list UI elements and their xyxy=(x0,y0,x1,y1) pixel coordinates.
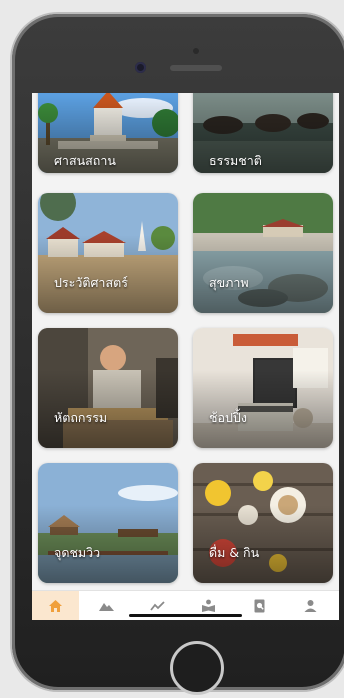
tile-gradient xyxy=(193,328,333,448)
earpiece-speaker xyxy=(170,65,222,71)
category-label: ธรรมชาติ xyxy=(209,153,262,168)
category-label: ศาสนสถาน xyxy=(54,153,116,168)
trend-line-icon xyxy=(150,601,165,611)
tab-search[interactable] xyxy=(236,591,283,620)
tile-gradient xyxy=(38,328,178,448)
user-icon xyxy=(304,600,317,612)
home-button[interactable] xyxy=(170,641,224,695)
category-tile-health[interactable]: สุขภาพ xyxy=(193,193,333,313)
tile-gradient xyxy=(193,463,333,583)
category-tile-history[interactable]: ประวัติศาสตร์ xyxy=(38,193,178,313)
category-tile-viewpoint[interactable]: จุดชมวิว xyxy=(38,463,178,583)
category-tile-handicraft[interactable]: หัตถกรรม xyxy=(38,328,178,448)
category-tile-nature[interactable]: ธรรมชาติ xyxy=(193,93,333,173)
category-label: หัตถกรรม xyxy=(54,410,108,425)
category-label: จุดชมวิว xyxy=(54,545,101,560)
category-label: ดื่ม & กิน xyxy=(209,545,260,560)
category-tile-religious-sites[interactable]: ศาสนสถาน xyxy=(38,93,178,173)
tab-profile[interactable] xyxy=(287,591,334,620)
home-indicator xyxy=(129,614,242,617)
book-reader-icon xyxy=(202,599,215,612)
tile-gradient xyxy=(193,193,333,313)
tab-home[interactable] xyxy=(32,591,79,620)
category-label: ช้อปปิ้ง xyxy=(209,410,247,425)
tab-nature[interactable] xyxy=(83,591,130,620)
tile-gradient xyxy=(38,193,178,313)
category-label: สุขภาพ xyxy=(209,275,249,290)
app-screen: ศาสนสถาน ธรรมชาติ ประวัติศาสตร์ สุขภาพ ห… xyxy=(32,93,339,620)
category-label: ประวัติศาสตร์ xyxy=(54,275,128,290)
front-camera xyxy=(135,62,146,73)
mountain-icon xyxy=(99,603,114,611)
category-tile-food-drink[interactable]: ดื่ม & กิน xyxy=(193,463,333,583)
proximity-sensor xyxy=(193,48,199,54)
document-search-icon xyxy=(254,599,265,613)
category-tile-shopping[interactable]: ช้อปปิ้ง xyxy=(193,328,333,448)
home-icon xyxy=(49,600,62,612)
tile-gradient xyxy=(38,463,178,583)
